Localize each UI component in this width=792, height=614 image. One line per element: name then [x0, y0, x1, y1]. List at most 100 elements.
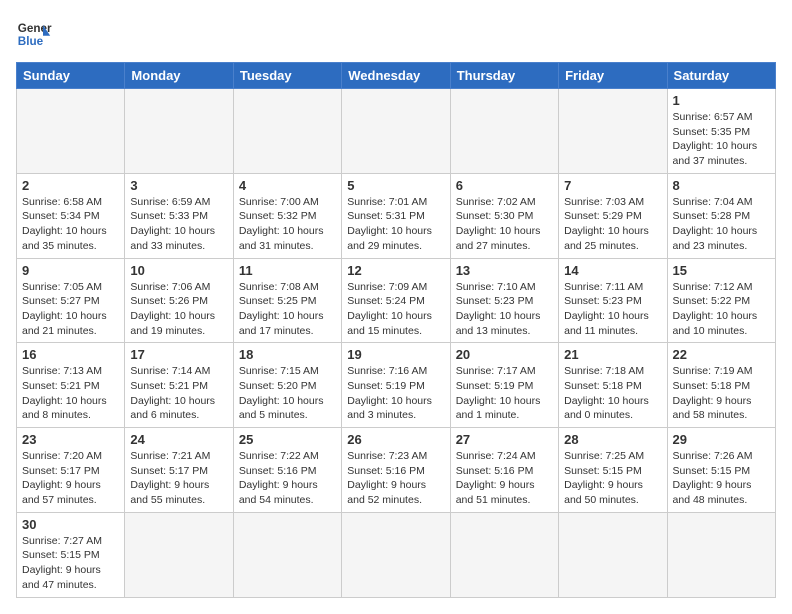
calendar-week-row: 23Sunrise: 7:20 AM Sunset: 5:17 PM Dayli… [17, 428, 776, 513]
day-number: 6 [456, 178, 553, 193]
calendar-table: SundayMondayTuesdayWednesdayThursdayFrid… [16, 62, 776, 598]
calendar-day: 5 Sunrise: 7:01 AM Sunset: 5:31 PM Daylig… [342, 173, 450, 258]
day-header-friday: Friday [559, 63, 667, 89]
day-info: Sunrise: 7:17 AM Sunset: 5:19 PM Dayligh… [456, 364, 553, 423]
calendar-week-row: 2Sunrise: 6:58 AM Sunset: 5:34 PM Daylig… [17, 173, 776, 258]
calendar-header-row: SundayMondayTuesdayWednesdayThursdayFrid… [17, 63, 776, 89]
calendar-day: 22 Sunrise: 7:19 AM Sunset: 5:18 PM Dayli… [667, 343, 775, 428]
day-info: Sunrise: 7:24 AM Sunset: 5:16 PM Dayligh… [456, 449, 553, 508]
day-number: 28 [564, 432, 661, 447]
day-header-tuesday: Tuesday [233, 63, 341, 89]
svg-text:Blue: Blue [18, 35, 44, 48]
day-number: 4 [239, 178, 336, 193]
day-header-thursday: Thursday [450, 63, 558, 89]
logo-icon: General Blue [16, 16, 52, 52]
day-number: 29 [673, 432, 770, 447]
calendar-day [559, 89, 667, 174]
day-number: 30 [22, 517, 119, 532]
day-number: 13 [456, 263, 553, 278]
calendar-week-row: 30 Sunrise: 7:27 AM Sunset: 5:15 PM Dayli… [17, 512, 776, 597]
day-info: Sunrise: 7:18 AM Sunset: 5:18 PM Dayligh… [564, 364, 661, 423]
calendar-day: 27 Sunrise: 7:24 AM Sunset: 5:16 PM Dayli… [450, 428, 558, 513]
day-number: 7 [564, 178, 661, 193]
day-info: Sunrise: 7:09 AM Sunset: 5:24 PM Dayligh… [347, 280, 444, 339]
calendar-day: 9 Sunrise: 7:05 AM Sunset: 5:27 PM Daylig… [17, 258, 125, 343]
day-header-wednesday: Wednesday [342, 63, 450, 89]
calendar-day: 16 Sunrise: 7:13 AM Sunset: 5:21 PM Dayli… [17, 343, 125, 428]
calendar-day: 1 Sunrise: 6:57 AM Sunset: 5:35 PM Daylig… [667, 89, 775, 174]
day-info: Sunrise: 7:13 AM Sunset: 5:21 PM Dayligh… [22, 364, 119, 423]
calendar-day: 28 Sunrise: 7:25 AM Sunset: 5:15 PM Dayli… [559, 428, 667, 513]
calendar-day [667, 512, 775, 597]
day-number: 27 [456, 432, 553, 447]
day-number: 15 [673, 263, 770, 278]
day-number: 1 [673, 93, 770, 108]
day-number: 25 [239, 432, 336, 447]
day-info: Sunrise: 7:27 AM Sunset: 5:15 PM Dayligh… [22, 534, 119, 593]
calendar-day [125, 512, 233, 597]
calendar-day [233, 512, 341, 597]
calendar-day: 4 Sunrise: 7:00 AM Sunset: 5:32 PM Daylig… [233, 173, 341, 258]
calendar-day: 18 Sunrise: 7:15 AM Sunset: 5:20 PM Dayli… [233, 343, 341, 428]
calendar-day: 15 Sunrise: 7:12 AM Sunset: 5:22 PM Dayli… [667, 258, 775, 343]
calendar-day [342, 89, 450, 174]
day-number: 5 [347, 178, 444, 193]
calendar-day: 11Sunrise: 7:08 AM Sunset: 5:25 PM Dayli… [233, 258, 341, 343]
calendar-day: 7Sunrise: 7:03 AM Sunset: 5:29 PM Daylig… [559, 173, 667, 258]
calendar-day [17, 89, 125, 174]
calendar-week-row: 16 Sunrise: 7:13 AM Sunset: 5:21 PM Dayli… [17, 343, 776, 428]
day-info: Sunrise: 7:11 AM Sunset: 5:23 PM Dayligh… [564, 280, 661, 339]
day-info: Sunrise: 7:05 AM Sunset: 5:27 PM Dayligh… [22, 280, 119, 339]
calendar-day: 19Sunrise: 7:16 AM Sunset: 5:19 PM Dayli… [342, 343, 450, 428]
calendar-day: 17Sunrise: 7:14 AM Sunset: 5:21 PM Dayli… [125, 343, 233, 428]
calendar-day: 23Sunrise: 7:20 AM Sunset: 5:17 PM Dayli… [17, 428, 125, 513]
calendar-day: 20 Sunrise: 7:17 AM Sunset: 5:19 PM Dayli… [450, 343, 558, 428]
day-number: 26 [347, 432, 444, 447]
day-number: 3 [130, 178, 227, 193]
day-number: 22 [673, 347, 770, 362]
calendar-day [450, 89, 558, 174]
calendar-day: 25Sunrise: 7:22 AM Sunset: 5:16 PM Dayli… [233, 428, 341, 513]
calendar-day: 26Sunrise: 7:23 AM Sunset: 5:16 PM Dayli… [342, 428, 450, 513]
day-number: 19 [347, 347, 444, 362]
calendar-day: 13 Sunrise: 7:10 AM Sunset: 5:23 PM Dayli… [450, 258, 558, 343]
calendar-day: 6 Sunrise: 7:02 AM Sunset: 5:30 PM Daylig… [450, 173, 558, 258]
day-info: Sunrise: 7:00 AM Sunset: 5:32 PM Dayligh… [239, 195, 336, 254]
calendar-day: 12 Sunrise: 7:09 AM Sunset: 5:24 PM Dayli… [342, 258, 450, 343]
day-number: 18 [239, 347, 336, 362]
day-number: 14 [564, 263, 661, 278]
calendar-day: 3 Sunrise: 6:59 AM Sunset: 5:33 PM Daylig… [125, 173, 233, 258]
day-info: Sunrise: 7:25 AM Sunset: 5:15 PM Dayligh… [564, 449, 661, 508]
day-info: Sunrise: 7:01 AM Sunset: 5:31 PM Dayligh… [347, 195, 444, 254]
day-info: Sunrise: 7:10 AM Sunset: 5:23 PM Dayligh… [456, 280, 553, 339]
calendar-week-row: 1 Sunrise: 6:57 AM Sunset: 5:35 PM Daylig… [17, 89, 776, 174]
day-info: Sunrise: 7:02 AM Sunset: 5:30 PM Dayligh… [456, 195, 553, 254]
day-number: 20 [456, 347, 553, 362]
day-header-monday: Monday [125, 63, 233, 89]
day-number: 10 [130, 263, 227, 278]
day-number: 12 [347, 263, 444, 278]
calendar-day [559, 512, 667, 597]
calendar-day: 8Sunrise: 7:04 AM Sunset: 5:28 PM Daylig… [667, 173, 775, 258]
day-number: 11 [239, 263, 336, 278]
day-number: 8 [673, 178, 770, 193]
day-number: 16 [22, 347, 119, 362]
day-number: 21 [564, 347, 661, 362]
calendar-day [450, 512, 558, 597]
day-info: Sunrise: 7:15 AM Sunset: 5:20 PM Dayligh… [239, 364, 336, 423]
day-info: Sunrise: 7:19 AM Sunset: 5:18 PM Dayligh… [673, 364, 770, 423]
calendar-day: 10Sunrise: 7:06 AM Sunset: 5:26 PM Dayli… [125, 258, 233, 343]
day-header-sunday: Sunday [17, 63, 125, 89]
day-info: Sunrise: 6:59 AM Sunset: 5:33 PM Dayligh… [130, 195, 227, 254]
day-info: Sunrise: 7:14 AM Sunset: 5:21 PM Dayligh… [130, 364, 227, 423]
day-info: Sunrise: 6:57 AM Sunset: 5:35 PM Dayligh… [673, 110, 770, 169]
calendar-day: 21 Sunrise: 7:18 AM Sunset: 5:18 PM Dayli… [559, 343, 667, 428]
day-info: Sunrise: 7:12 AM Sunset: 5:22 PM Dayligh… [673, 280, 770, 339]
day-info: Sunrise: 7:20 AM Sunset: 5:17 PM Dayligh… [22, 449, 119, 508]
day-info: Sunrise: 7:21 AM Sunset: 5:17 PM Dayligh… [130, 449, 227, 508]
day-info: Sunrise: 7:26 AM Sunset: 5:15 PM Dayligh… [673, 449, 770, 508]
day-number: 9 [22, 263, 119, 278]
calendar-day: 2Sunrise: 6:58 AM Sunset: 5:34 PM Daylig… [17, 173, 125, 258]
logo: General Blue [16, 16, 52, 52]
day-info: Sunrise: 6:58 AM Sunset: 5:34 PM Dayligh… [22, 195, 119, 254]
